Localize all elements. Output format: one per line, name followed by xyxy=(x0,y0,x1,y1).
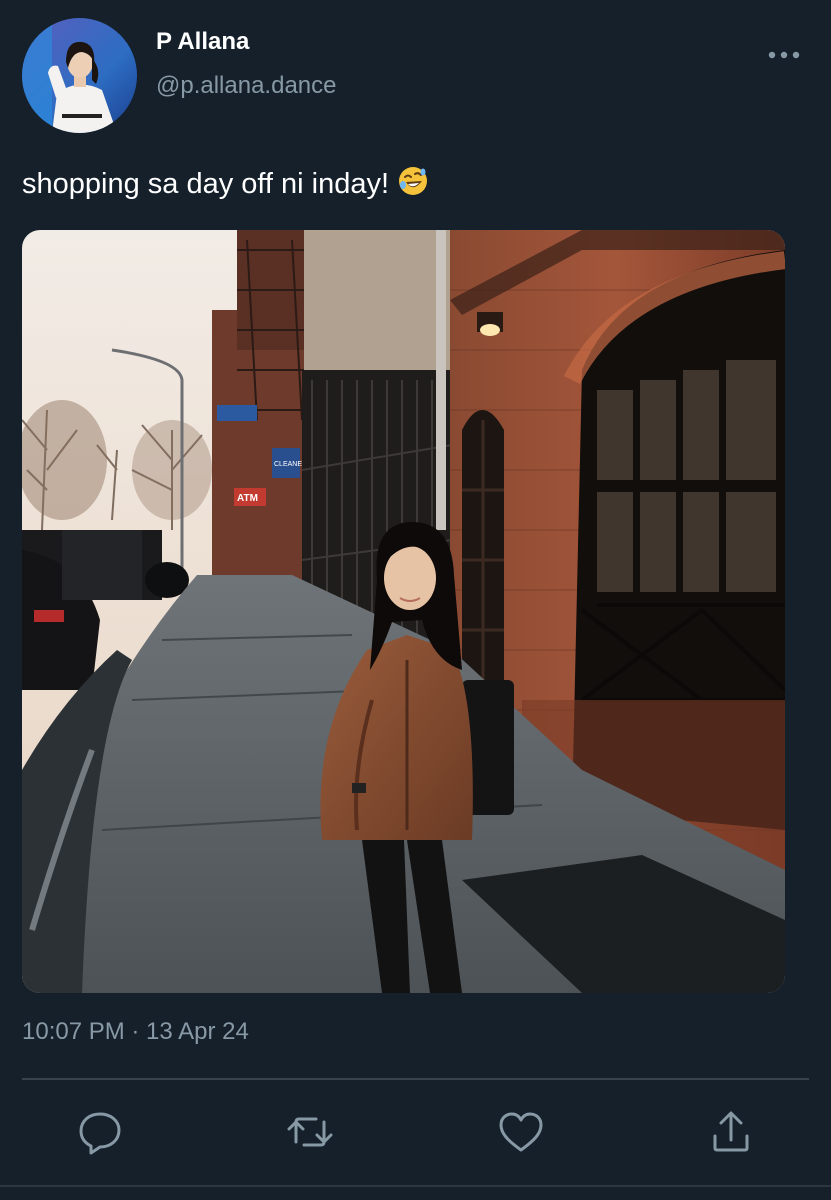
svg-text:ATM: ATM xyxy=(237,493,258,504)
retweet-icon[interactable] xyxy=(286,1108,334,1156)
heart-icon[interactable] xyxy=(497,1108,545,1156)
tweet-timestamp[interactable]: 10:07 PM · 13 Apr 24 xyxy=(22,1018,249,1046)
bottom-divider xyxy=(0,1185,831,1187)
tweet-card: P Allana @p.allana.dance shopping sa day… xyxy=(0,0,831,1200)
tweet-text: shopping sa day off ni inday! xyxy=(22,165,429,205)
divider xyxy=(22,1078,809,1080)
avatar[interactable] xyxy=(22,18,137,133)
share-icon[interactable] xyxy=(707,1108,755,1156)
more-icon[interactable] xyxy=(764,40,804,70)
display-name[interactable]: P Allana xyxy=(156,28,249,56)
tweet-text-content: shopping sa day off ni inday! xyxy=(22,168,390,200)
tweet-photo[interactable]: CLEANERS ATM xyxy=(22,230,785,993)
rolling-laughing-emoji-icon xyxy=(397,165,429,205)
reply-icon[interactable] xyxy=(76,1108,124,1156)
user-handle[interactable]: @p.allana.dance xyxy=(156,72,337,100)
